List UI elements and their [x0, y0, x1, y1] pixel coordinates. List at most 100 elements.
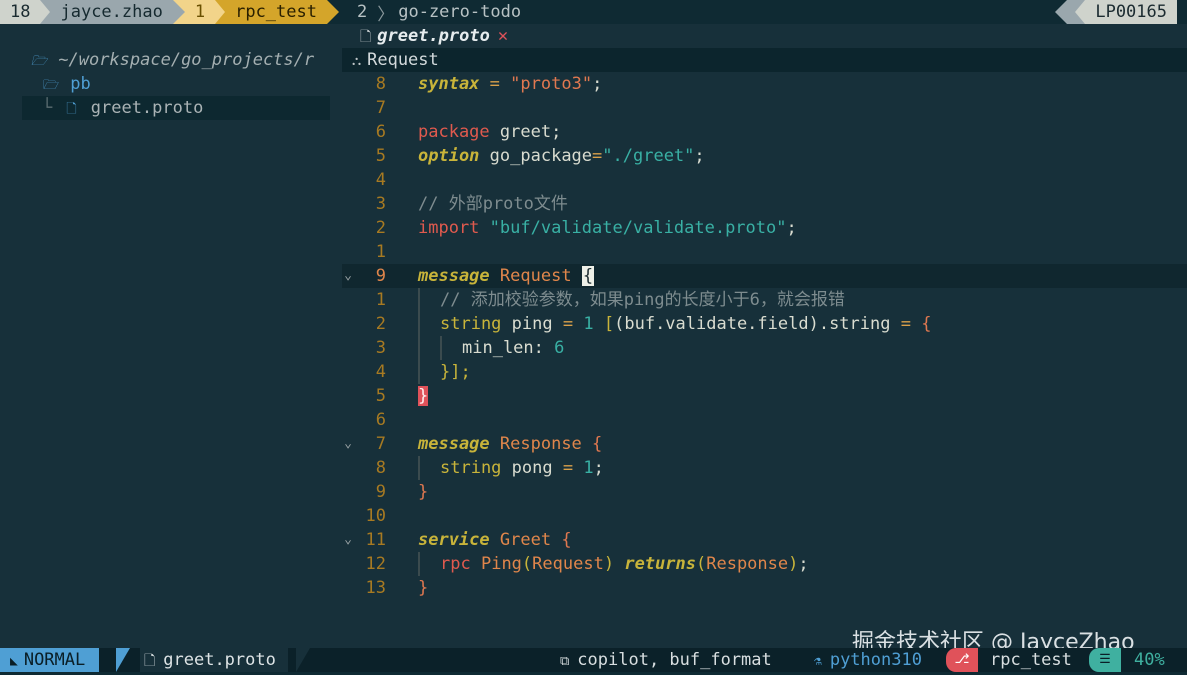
tree-root-path: ~/workspace/go_projects/r	[58, 50, 315, 70]
type-name: Response	[706, 554, 789, 574]
fold-chevron-icon[interactable]: ⌄	[342, 264, 354, 288]
keyword: returns	[624, 554, 696, 574]
tree-folder-pb[interactable]: 🗁 pb	[0, 72, 332, 96]
statusline-separator	[116, 648, 130, 672]
tmux-active-window-name[interactable]: rpc_test	[225, 0, 327, 24]
tabline: 🗋 greet.proto ✕	[342, 24, 1187, 48]
bracket: [	[603, 314, 615, 334]
file-icon: 🗋	[66, 102, 77, 117]
comment: // 外部proto文件	[418, 194, 568, 214]
tmux-active-window-number[interactable]: 1	[184, 0, 216, 24]
indent-guide	[418, 360, 420, 384]
bracket: {	[592, 434, 603, 454]
line-number: 4	[375, 362, 386, 382]
punctuation: ;	[592, 74, 603, 94]
option-name: .string	[818, 314, 891, 334]
close-icon[interactable]: ✕	[498, 26, 508, 46]
bracket: (	[695, 554, 707, 574]
tree-file-label: greet.proto	[90, 98, 204, 118]
string-literal: "buf/validate/validate.proto"	[489, 218, 787, 238]
identifier: min_len:	[462, 338, 544, 358]
line-number: 6	[375, 122, 386, 142]
python-icon: ⚗	[814, 654, 822, 669]
keyword: package	[418, 122, 490, 142]
fold-chevron-icon[interactable]: ⌄	[342, 528, 354, 552]
type-name: Greet	[499, 530, 552, 550]
keyword: rpc	[440, 554, 471, 574]
keyword: message	[418, 266, 490, 286]
tree-folder-label: pb	[70, 74, 91, 94]
punctuation: ;	[798, 554, 809, 574]
code-line: ⌄ 7 message Response {	[342, 432, 1187, 456]
number-literal: 1	[583, 458, 594, 478]
keyword: service	[418, 530, 490, 550]
scroll-position: 40%	[1134, 650, 1165, 670]
bracket: )	[788, 554, 799, 574]
buffer-tab-greet-proto[interactable]: 🗋 greet.proto ✕	[342, 24, 519, 48]
indent-guide	[418, 456, 420, 480]
tree-root-folder[interactable]: 🗁 ~/workspace/go_projects/r	[0, 48, 332, 72]
code-line-current: ⌄ 9 message Request {	[342, 264, 1187, 288]
file-icon: 🗋	[360, 29, 372, 45]
string-literal: "./greet"	[602, 146, 695, 166]
vim-mode-icon: ◣	[10, 654, 18, 669]
indent-guide	[418, 312, 420, 336]
code-line: 1 // 添加校验参数，如果ping的长度小于6，就会报错	[342, 288, 1187, 312]
tmux-status-bar: 18 jayce.zhao 1 rpc_test 2 〉 go-zero-tod…	[0, 0, 1187, 25]
line-number: 8	[375, 74, 386, 94]
type-name: string	[440, 314, 502, 334]
identifier: pong	[511, 458, 553, 478]
punctuation: ;	[694, 146, 705, 166]
code-line: 13}	[342, 576, 1187, 600]
lsp-clients: copilot, buf_format	[577, 650, 772, 670]
indent-guide	[440, 336, 442, 360]
code-editor[interactable]: 8 syntax = "proto3"; 7 6 package greet; 5 o…	[342, 72, 1187, 600]
number-literal: 1	[583, 314, 594, 334]
folder-open-icon: 🗁	[30, 54, 48, 69]
mode-indicator: ◣ NORMAL	[0, 648, 100, 672]
tmux-separator	[40, 0, 51, 24]
punctuation: ;	[593, 458, 604, 478]
keyword: message	[418, 434, 490, 454]
line-number: 2	[375, 218, 386, 238]
line-number: 11	[365, 530, 386, 550]
tmux-window-name[interactable]: go-zero-todo	[398, 0, 531, 24]
line-number: 1	[375, 242, 386, 262]
line-number: 12	[365, 554, 386, 574]
operator: =	[900, 314, 911, 334]
bracket: (	[521, 554, 533, 574]
indent-guide	[418, 336, 420, 360]
tmux-separator	[1075, 0, 1086, 24]
line-number: 1	[375, 290, 386, 310]
winbar-symbol[interactable]: Request	[367, 50, 439, 70]
operator: =	[489, 74, 500, 94]
tmux-user-name: jayce.zhao	[50, 0, 173, 24]
statusline-lsp: ⧉ copilot, buf_format	[560, 648, 772, 674]
tree-file-greet-proto[interactable]: └ 🗋 greet.proto	[22, 96, 330, 120]
line-number: 13	[365, 578, 386, 598]
symbol-struct-icon: ⛬	[352, 54, 362, 69]
fold-chevron-icon[interactable]: ⌄	[342, 432, 354, 456]
code-line: 8 syntax = "proto3";	[342, 72, 1187, 96]
tmux-window-number[interactable]: 2	[339, 0, 377, 24]
type-name: Request	[499, 266, 572, 286]
line-number: 3	[375, 338, 386, 358]
identifier: go_package	[489, 146, 593, 166]
tab-label: greet.proto	[377, 26, 490, 46]
tmux-separator	[326, 0, 339, 24]
code-line: 9}	[342, 480, 1187, 504]
winbar-breadcrumb: ⛬ Request	[342, 48, 1187, 72]
number-literal: 6	[554, 338, 565, 358]
tmux-separator	[1055, 0, 1068, 24]
statusline-file-name: greet.proto	[163, 650, 276, 670]
line-number: 5	[375, 146, 386, 166]
tmux-separator	[215, 0, 226, 24]
string-literal: "proto3"	[510, 74, 593, 94]
operator: =	[562, 458, 574, 478]
identifier: greet	[499, 122, 552, 142]
punctuation: ;	[786, 218, 797, 238]
line-number: 4	[375, 170, 386, 190]
code-line: 6	[342, 408, 1187, 432]
code-line: 5}	[342, 384, 1187, 408]
line-number: 3	[375, 194, 386, 214]
